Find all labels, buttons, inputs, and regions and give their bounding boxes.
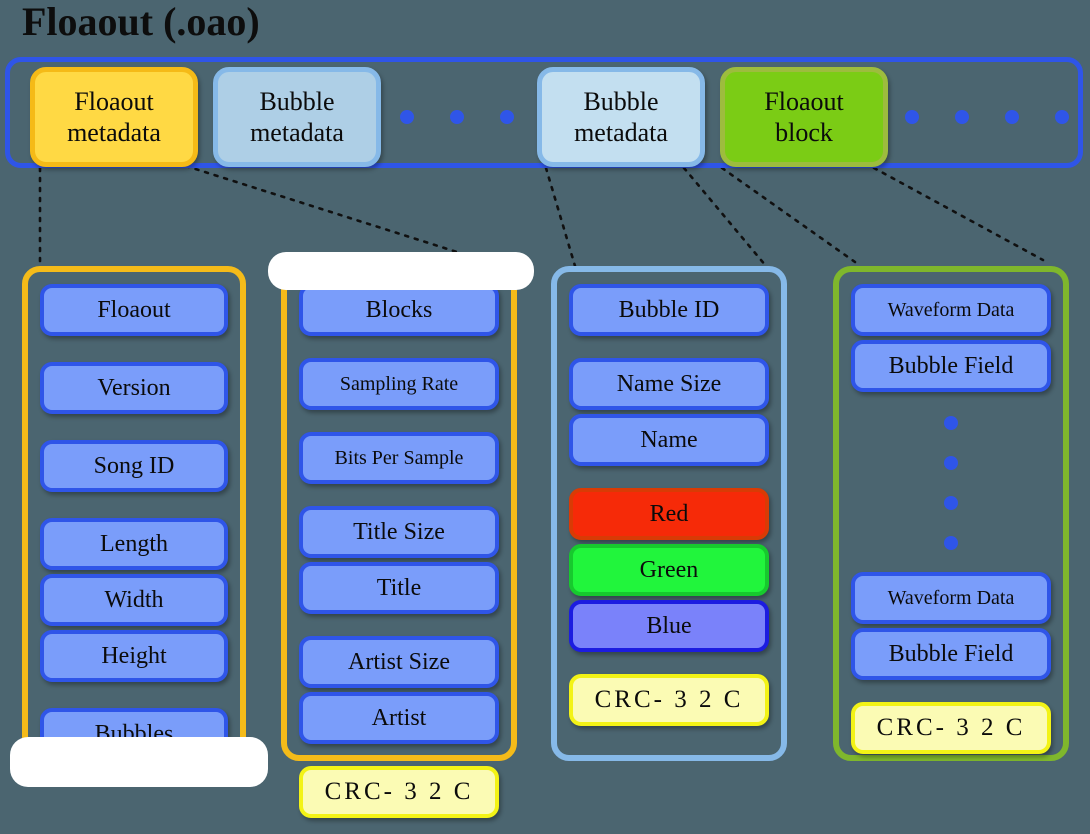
ellipsis-dot	[944, 456, 958, 470]
ellipsis-dots-left	[400, 110, 514, 124]
top-box-label-line2: metadata	[67, 118, 161, 147]
field-artist-size[interactable]: Artist Size	[299, 636, 499, 688]
field-song-id[interactable]: Song ID	[40, 440, 228, 492]
ellipsis-dot	[400, 110, 414, 124]
top-box-label-line2: block	[775, 118, 833, 147]
vertical-ellipsis-dots	[851, 396, 1051, 572]
blank-plate-top-blocks	[268, 252, 534, 290]
ellipsis-dot	[500, 110, 514, 124]
field-list: Waveform Data Bubble Field Waveform Data Bu…	[839, 272, 1063, 770]
field-length[interactable]: Length	[40, 518, 228, 570]
field-red[interactable]: Red	[569, 488, 769, 540]
connector-bubble-metadata-b	[682, 166, 768, 268]
ellipsis-dot	[955, 110, 969, 124]
top-box-label-line2: metadata	[250, 118, 344, 147]
page-title: Floaout (.oao)	[22, 0, 260, 44]
connector-bubble-metadata-a	[544, 166, 577, 268]
field-name[interactable]: Name	[569, 414, 769, 466]
top-box-bubble-metadata-first[interactable]: Bubble metadata	[213, 67, 381, 167]
field-artist[interactable]: Artist	[299, 692, 499, 744]
field-green[interactable]: Green	[569, 544, 769, 596]
field-title-size[interactable]: Title Size	[299, 506, 499, 558]
field-blue[interactable]: Blue	[569, 600, 769, 652]
detail-column-bubble-metadata: Bubble ID Name Size Name Red Green Blue CRC- 3…	[551, 266, 787, 761]
detail-column-floaout-block: Waveform Data Bubble Field Waveform Data Bu…	[833, 266, 1069, 761]
top-box-label-line1: Bubble	[259, 87, 335, 116]
detail-column-floaout-metadata: Floaout Version Song ID Length Width Height Bu…	[22, 266, 246, 761]
ellipsis-dots-right	[905, 110, 1069, 124]
top-box-floaout-block[interactable]: Floaout block	[720, 67, 888, 167]
ellipsis-dot	[944, 496, 958, 510]
detail-column-blocks: Blocks Sampling Rate Bits Per Sample Title …	[281, 266, 517, 818]
field-name-size[interactable]: Name Size	[569, 358, 769, 410]
field-title[interactable]: Title	[299, 562, 499, 614]
field-crc-3-2-c[interactable]: CRC- 3 2 C	[851, 702, 1051, 754]
field-width[interactable]: Width	[40, 574, 228, 626]
field-waveform-data[interactable]: Waveform Data	[851, 284, 1051, 336]
field-list: Floaout Version Song ID Length Width Height Bu…	[28, 272, 240, 776]
connector-floaout-block-b	[872, 166, 1045, 262]
field-floaout[interactable]: Floaout	[40, 284, 228, 336]
field-version[interactable]: Version	[40, 362, 228, 414]
ellipsis-dot	[944, 416, 958, 430]
top-box-bubble-metadata-last[interactable]: Bubble metadata	[537, 67, 705, 167]
field-blocks[interactable]: Blocks	[299, 284, 499, 336]
top-box-label-line1: Floaout	[74, 87, 154, 116]
ellipsis-dot	[944, 536, 958, 550]
field-bubble-id[interactable]: Bubble ID	[569, 284, 769, 336]
field-list: Bubble ID Name Size Name Red Green Blue CRC- 3…	[557, 272, 781, 742]
connector-floaout-block-a	[720, 166, 857, 264]
top-box-label-line1: Bubble	[583, 87, 659, 116]
field-waveform-data[interactable]: Waveform Data	[851, 572, 1051, 624]
field-crc-3-2-c[interactable]: CRC- 3 2 C	[569, 674, 769, 726]
top-box-label-line2: metadata	[574, 118, 668, 147]
field-bits-per-sample[interactable]: Bits Per Sample	[299, 432, 499, 484]
field-height[interactable]: Height	[40, 630, 228, 682]
ellipsis-dot	[450, 110, 464, 124]
top-box-floaout-metadata[interactable]: Floaout metadata	[30, 67, 198, 167]
field-bubble-field[interactable]: Bubble Field	[851, 628, 1051, 680]
ellipsis-dot	[905, 110, 919, 124]
top-box-label-line1: Floaout	[764, 87, 844, 116]
ellipsis-dot	[1055, 110, 1069, 124]
field-bubble-field[interactable]: Bubble Field	[851, 340, 1051, 392]
blank-plate-bottom-left	[10, 737, 268, 787]
ellipsis-dot	[1005, 110, 1019, 124]
field-list: Blocks Sampling Rate Bits Per Sample Title …	[287, 272, 511, 834]
field-sampling-rate[interactable]: Sampling Rate	[299, 358, 499, 410]
field-crc-3-2-c[interactable]: CRC- 3 2 C	[299, 766, 499, 818]
